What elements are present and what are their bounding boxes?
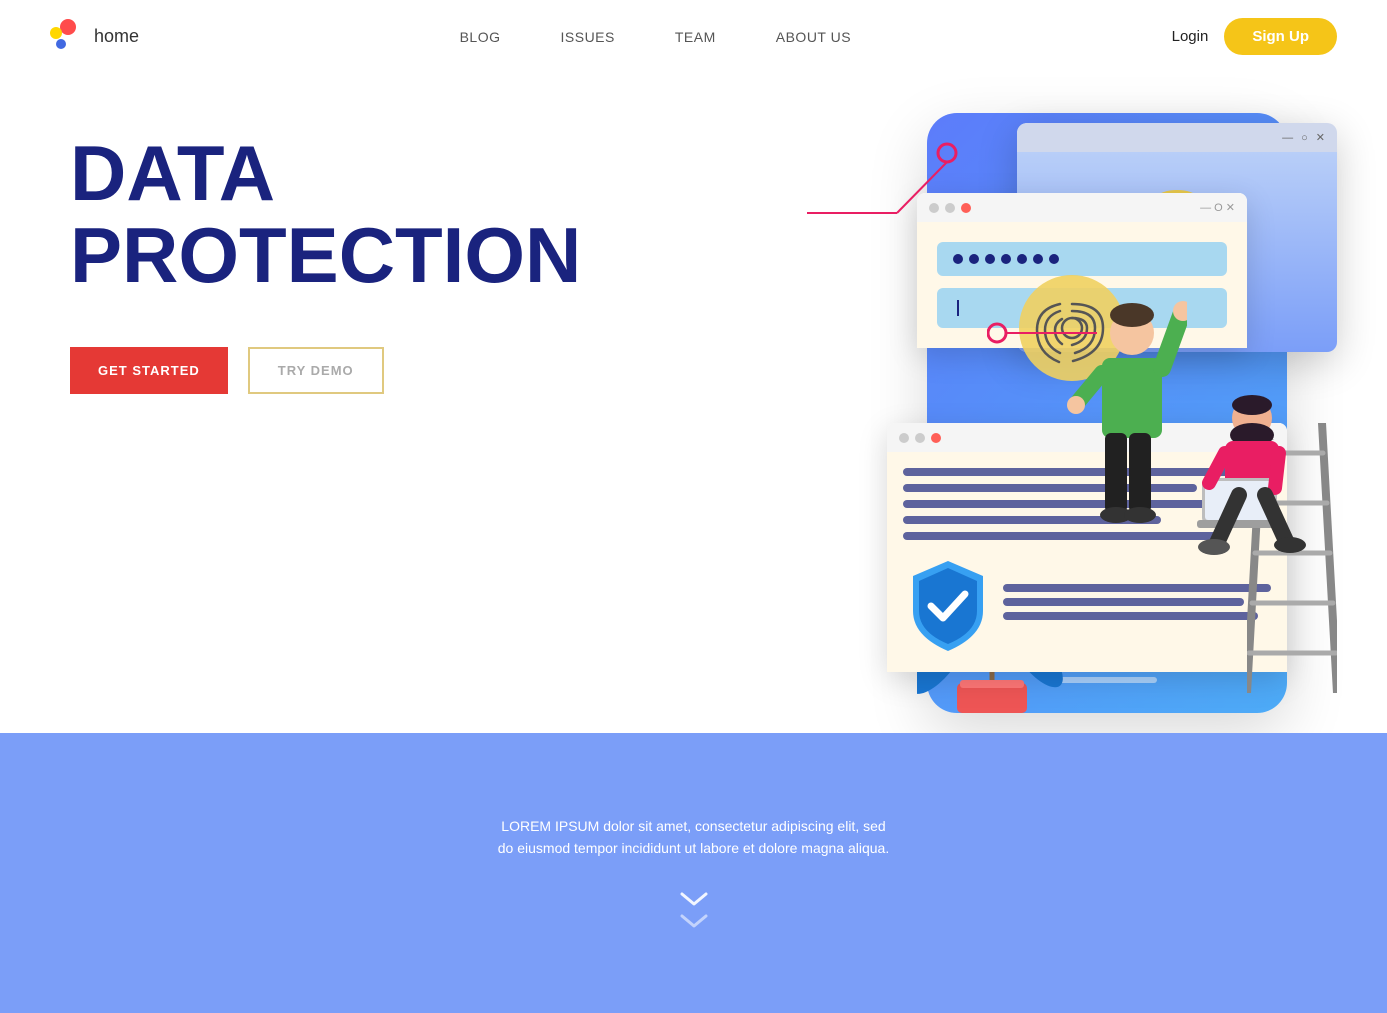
login-button[interactable]: Login [1172,28,1209,45]
nav-blog[interactable]: BLOG [460,29,501,45]
scroll-arrows[interactable] [679,889,709,931]
header: home BLOG ISSUES TEAM ABOUT US Login Sig… [0,0,1387,73]
pw-dot [953,254,963,264]
person2-icon [1197,383,1327,603]
hero-title-line1: DATA [70,133,581,215]
hero-title-line2: PROTECTION [70,215,581,297]
dot-yellow [50,27,62,39]
hero-title: DATA PROTECTION [70,133,581,297]
nav-about-us[interactable]: ABOUT US [776,29,851,45]
hero-illustration: — ○ ✕ [487,73,1387,733]
cursor-line [957,300,959,316]
password-field-1 [937,242,1227,276]
desktop-titlebar: — ○ ✕ [1017,123,1337,152]
dot-blue [56,39,66,49]
signup-button[interactable]: Sign Up [1224,18,1337,55]
titlebar-close-2 [931,433,941,443]
pw-dot [1049,254,1059,264]
logo-dots [50,19,86,55]
pw-dot [1001,254,1011,264]
nav-issues[interactable]: ISSUES [561,29,615,45]
nav: BLOG ISSUES TEAM ABOUT US [460,29,851,45]
pw-dot [985,254,995,264]
person2-sitting [1197,383,1327,608]
doc-line [1003,612,1258,620]
pw-dot [1017,254,1027,264]
titlebar-minimize-2 [899,433,909,443]
nav-team[interactable]: TEAM [675,29,716,45]
pw-dot [1033,254,1043,264]
scroll-arrow-1 [679,889,709,909]
hero-left: DATA PROTECTION GET STARTED TRY DEMO [0,73,581,733]
titlebar-text-1: — O ✕ [1200,201,1235,214]
nav-actions: Login Sign Up [1172,18,1337,55]
titlebar-maximize: ○ [1301,132,1308,144]
get-started-button[interactable]: GET STARTED [70,347,228,394]
hero-section: DATA PROTECTION GET STARTED TRY DEMO — ○… [0,73,1387,733]
titlebar-close: ✕ [1316,131,1325,144]
titlebar-minimize: — [1282,132,1293,144]
hero-buttons: GET STARTED TRY DEMO [70,347,581,394]
connection-node-1 [797,133,997,238]
try-demo-button[interactable]: TRY DEMO [248,347,384,394]
scroll-arrow-2 [679,911,709,931]
footer-lorem-text: LOREM IPSUM dolor sit amet, consectetur … [494,815,894,860]
footer-section: LOREM IPSUM dolor sit amet, consectetur … [0,733,1387,1013]
pw-dot [969,254,979,264]
connection-node-2 [987,303,1107,368]
dot-red [60,19,76,35]
password-dots [953,254,1059,264]
titlebar-maximize-2 [915,433,925,443]
logo[interactable]: home [50,19,139,55]
logo-text: home [94,26,139,47]
shield-icon [903,556,993,656]
